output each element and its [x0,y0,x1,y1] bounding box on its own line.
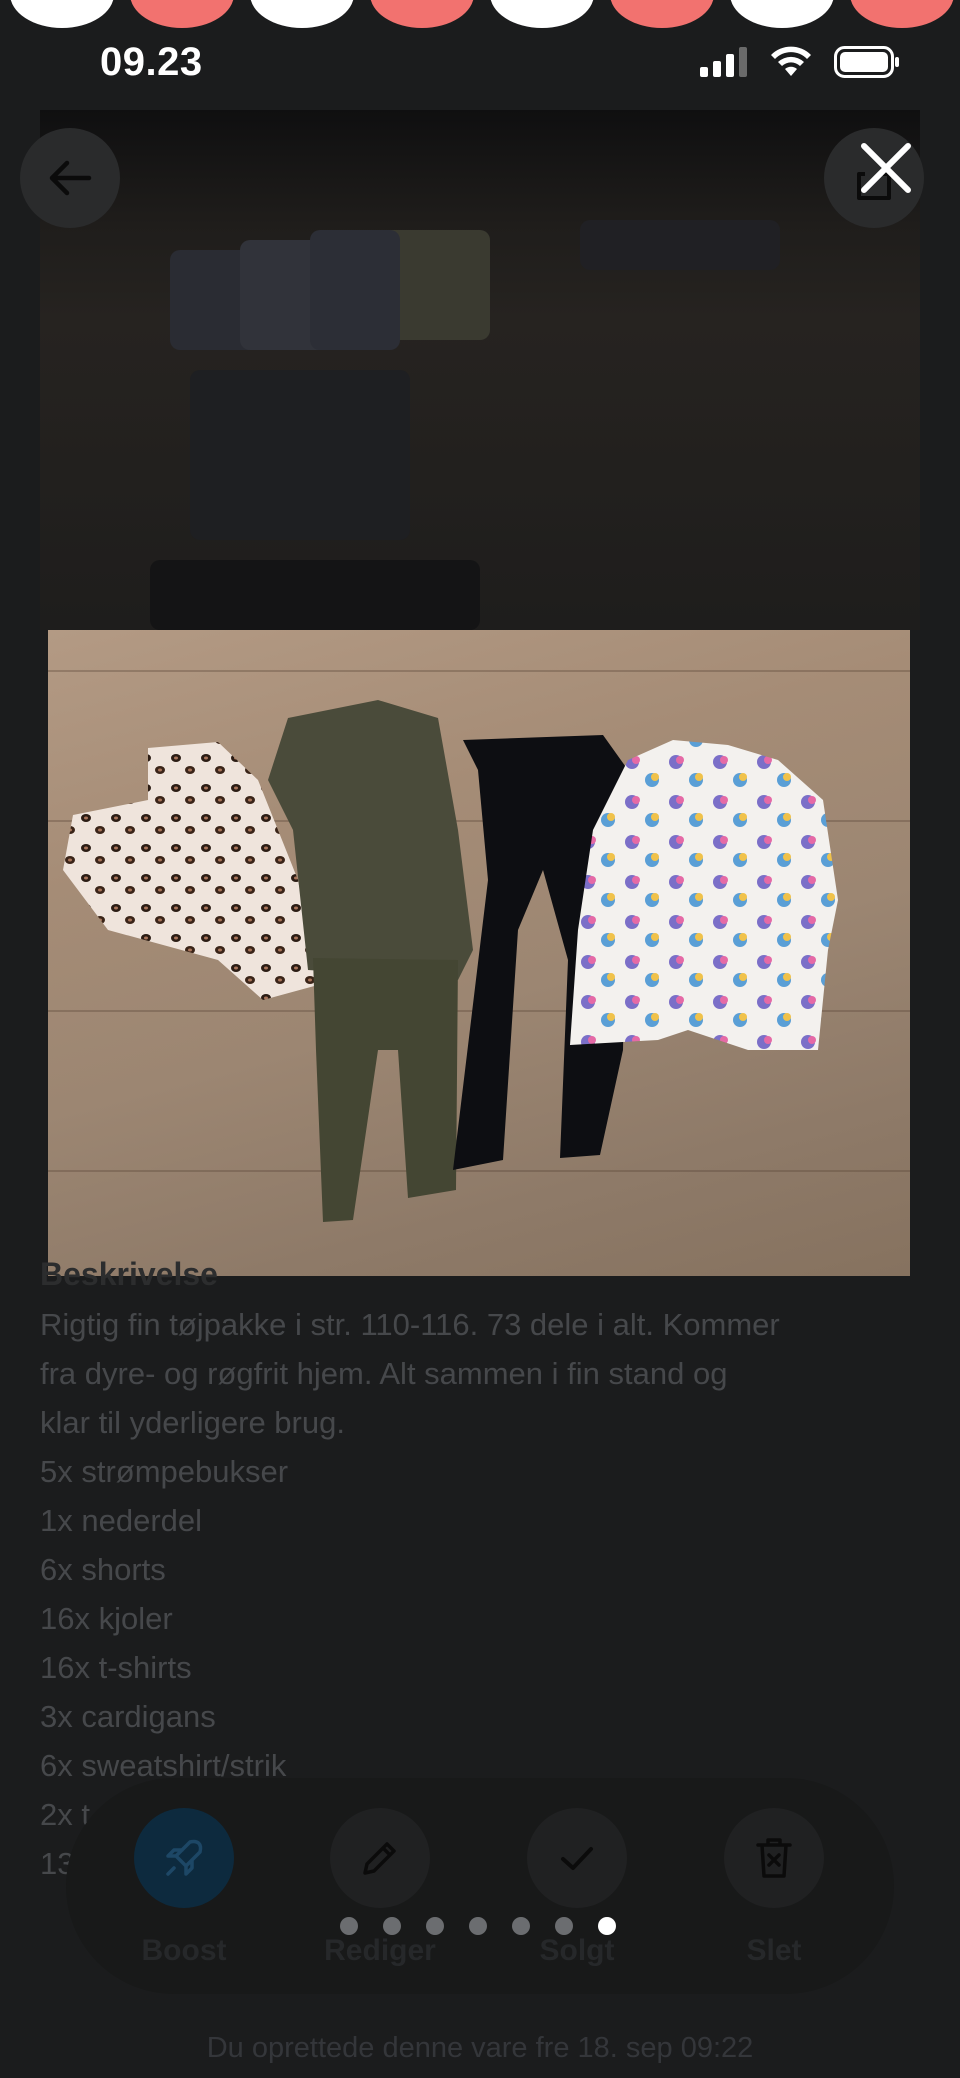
page-dot-active[interactable] [598,1917,616,1935]
description-line: 1x nederdel [40,1503,203,1538]
gallery-pagination [340,1917,616,1935]
description-line: 5x strømpebukser [40,1454,289,1489]
boost-label: Boost [141,1934,227,1967]
description-line: 16x kjoler [40,1601,173,1636]
arrow-left-icon [49,160,92,196]
rocket-icon [166,1839,203,1876]
description-line: fra dyre- og røgfrit hjem. Alt sammen i … [40,1356,728,1391]
description-heading: Beskrivelse [40,1256,218,1292]
trash-icon [756,1838,792,1878]
clothing-photo [63,700,838,1222]
close-icon[interactable] [856,138,916,198]
edit-button[interactable]: Rediger [300,1808,460,1968]
background-listing-photo [40,110,920,630]
edit-label: Rediger [324,1934,436,1967]
boost-button[interactable]: Boost [104,1808,264,1968]
page-dot[interactable] [469,1917,487,1935]
created-note: Du oprettede denne vare fre 18. sep 09:2… [206,2032,754,2064]
pencil-icon [363,1842,396,1875]
page-dot[interactable] [555,1917,573,1935]
status-icons [700,46,900,78]
wifi-icon [771,46,811,76]
delete-label: Slet [746,1934,802,1967]
delete-button[interactable]: Slet [694,1808,854,1968]
battery-icon [834,46,899,78]
sold-label: Solgt [539,1934,615,1967]
description-line: Rigtig fin tøjpakke i str. 110-116. 73 d… [40,1307,780,1342]
description-line: 6x shorts [40,1552,166,1587]
gallery-image[interactable] [48,630,910,1276]
page-dot[interactable] [383,1917,401,1935]
description-line: 3x cardigans [40,1699,216,1734]
top-decoration [0,0,960,30]
signal-bars-icon [700,47,747,77]
page-dot[interactable] [340,1917,358,1935]
checkmark-icon [561,1847,593,1870]
page-dot[interactable] [426,1917,444,1935]
description-line: klar til yderligere brug. [40,1405,345,1440]
back-button[interactable] [20,128,120,228]
status-time: 09.23 [100,40,203,84]
page-dot[interactable] [512,1917,530,1935]
description-line: 16x t-shirts [40,1650,192,1685]
sold-button[interactable]: Solgt [497,1808,657,1968]
action-bar: Boost Rediger Solgt Slet [66,1778,894,1994]
